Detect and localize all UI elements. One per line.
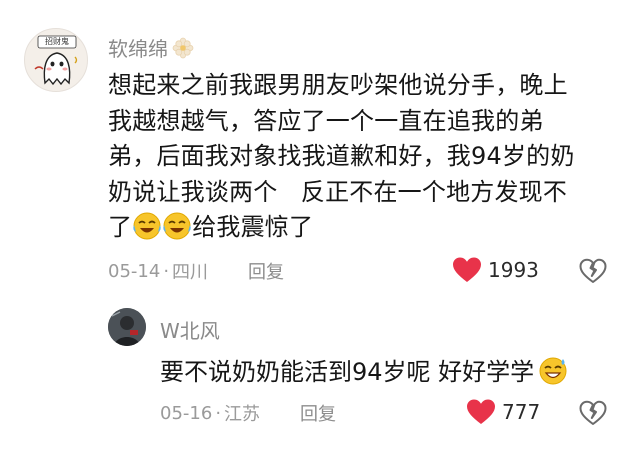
meta-separator: · — [215, 402, 222, 424]
heart-icon — [452, 256, 482, 284]
reply-date: 05-16 — [160, 402, 213, 424]
heart-icon — [466, 398, 496, 426]
meta-separator: · — [163, 260, 170, 282]
comment-location: 四川 — [172, 262, 209, 283]
comment-line: 想起来之前我跟男朋友吵架他说分手，晚上 — [108, 71, 568, 99]
avatar[interactable] — [108, 308, 146, 346]
reply-meta: 05-16 · 江苏 回复 — [160, 400, 336, 426]
flower-icon — [172, 37, 194, 59]
comment-line: 弟，后面我对象找我道歉和好，我94岁的奶 — [108, 142, 575, 170]
comment-username[interactable]: 软绵绵 — [108, 33, 194, 62]
sweat-smile-emoji-icon — [538, 355, 568, 385]
comment-line: 我越想越气，答应了一个一直在追我的弟 — [108, 106, 544, 135]
laughing-crying-emoji-icon — [162, 211, 192, 241]
comment-meta: 05-14 · 四川 回复 — [108, 258, 284, 284]
comment-line: 奶说让我谈两个 反正不在一个地方发现不 — [108, 177, 568, 206]
comment-line-suffix: 给我震惊了 — [192, 213, 314, 241]
like-count: 1993 — [488, 258, 539, 282]
comment-line-prefix: 了 — [108, 213, 133, 241]
dislike-broken-heart-icon[interactable] — [579, 258, 607, 284]
dislike-broken-heart-icon[interactable] — [579, 400, 607, 426]
reply-username[interactable]: W北风 — [160, 315, 220, 344]
avatar-label: 招财鬼 — [45, 37, 69, 46]
username-text: 软绵绵 — [108, 37, 168, 61]
reply-location: 江苏 — [224, 404, 261, 425]
reply-button[interactable]: 回复 — [248, 258, 284, 284]
reply-text-body: 要不说奶奶能活到94岁呢 好好学学 — [160, 358, 535, 386]
comment-line-last: 了 给我震惊了 — [108, 210, 628, 246]
laughing-crying-emoji-icon — [132, 211, 162, 241]
avatar[interactable]: 招财鬼 — [24, 28, 88, 92]
user-photo-icon — [108, 308, 146, 346]
reply-button[interactable]: 回复 — [300, 400, 336, 426]
reply-text: 要不说奶奶能活到94岁呢 好好学学 — [160, 352, 568, 387]
comment-date: 05-14 — [108, 260, 161, 282]
comment-text: 想起来之前我跟男朋友吵架他说分手，晚上 我越想越气，答应了一个一直在追我的弟 弟… — [108, 68, 628, 246]
like-button[interactable]: 1993 — [452, 256, 539, 284]
like-count: 777 — [502, 400, 541, 424]
like-button[interactable]: 777 — [466, 398, 540, 426]
